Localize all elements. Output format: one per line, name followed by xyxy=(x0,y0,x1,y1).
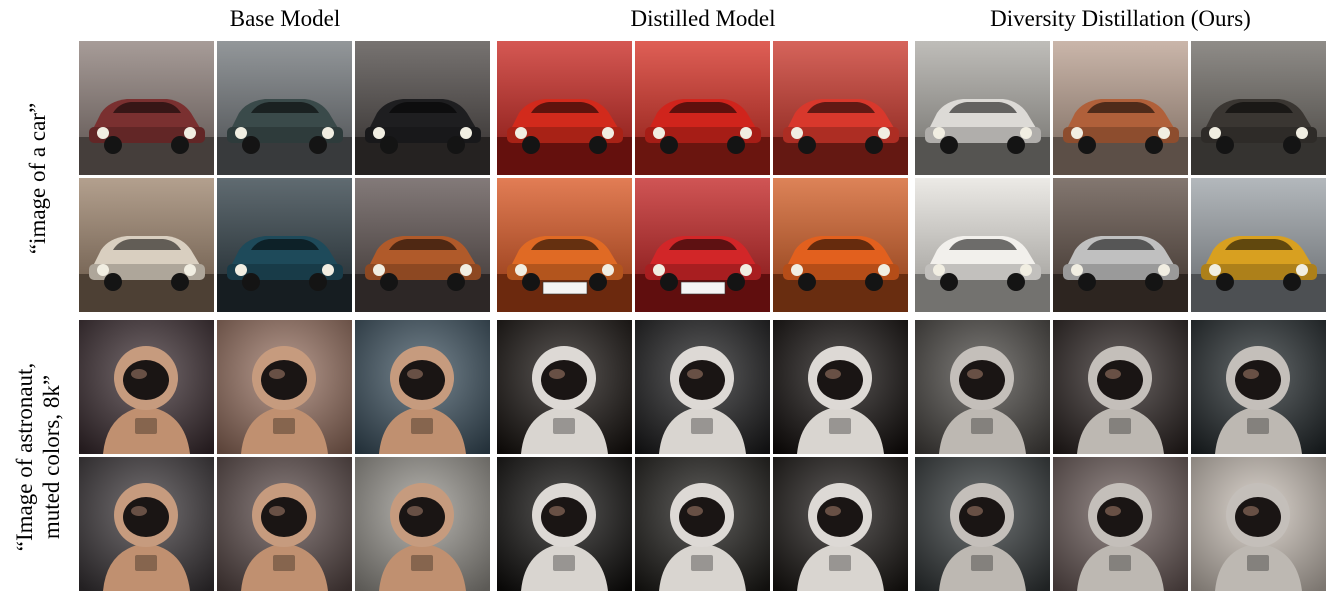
column-header-base-model: Base Model xyxy=(229,6,341,31)
generated-image-thumbnail xyxy=(773,457,908,591)
image-grid-astronaut-base-model xyxy=(79,320,490,591)
generated-image-thumbnail xyxy=(1053,320,1188,454)
row-label-astronaut-line2: muted colors, 8k” xyxy=(39,374,64,540)
image-grid-car-diversity-distillation xyxy=(915,41,1326,312)
generated-image-thumbnail xyxy=(1053,457,1188,591)
generated-image-thumbnail xyxy=(355,320,490,454)
image-grid-car-base-model xyxy=(79,41,490,312)
generated-image-thumbnail xyxy=(635,178,770,312)
generated-image-thumbnail xyxy=(1053,178,1188,312)
generated-image-thumbnail xyxy=(497,457,632,591)
generated-image-thumbnail xyxy=(1191,457,1326,591)
image-grid-astronaut-distilled-model xyxy=(497,320,908,591)
generated-image-thumbnail xyxy=(217,457,352,591)
generated-image-thumbnail xyxy=(635,457,770,591)
generated-image-thumbnail xyxy=(915,457,1050,591)
generated-image-thumbnail xyxy=(497,320,632,454)
generated-image-thumbnail xyxy=(1053,41,1188,175)
row-label-astronaut-prompt: “Image of astronaut, muted colors, 8k” xyxy=(0,320,76,594)
row-label-car-prompt: “image of a car” xyxy=(0,42,76,314)
column-header-diversity-distillation: Diversity Distillation (Ours) xyxy=(990,6,1251,31)
generated-image-thumbnail xyxy=(1191,178,1326,312)
generated-image-thumbnail xyxy=(217,178,352,312)
generated-image-thumbnail xyxy=(355,178,490,312)
generated-image-thumbnail xyxy=(217,320,352,454)
generated-image-thumbnail xyxy=(79,320,214,454)
generated-image-thumbnail xyxy=(915,320,1050,454)
generated-image-thumbnail xyxy=(355,41,490,175)
row-label-astronaut-line1: “Image of astronaut, xyxy=(12,362,37,552)
generated-image-thumbnail xyxy=(79,41,214,175)
generated-image-thumbnail xyxy=(217,41,352,175)
generated-image-thumbnail xyxy=(635,41,770,175)
generated-image-thumbnail xyxy=(773,41,908,175)
image-grid-astronaut-diversity-distillation xyxy=(915,320,1326,591)
generated-image-thumbnail xyxy=(1191,41,1326,175)
generated-image-thumbnail xyxy=(355,457,490,591)
generated-image-thumbnail xyxy=(1191,320,1326,454)
generated-image-thumbnail xyxy=(79,178,214,312)
generated-image-thumbnail xyxy=(773,320,908,454)
generated-image-thumbnail xyxy=(79,457,214,591)
generated-image-thumbnail xyxy=(497,41,632,175)
generated-image-thumbnail xyxy=(635,320,770,454)
generated-image-thumbnail xyxy=(497,178,632,312)
generated-image-thumbnail xyxy=(915,178,1050,312)
generated-image-thumbnail xyxy=(915,41,1050,175)
generated-image-thumbnail xyxy=(773,178,908,312)
column-header-distilled-model: Distilled Model xyxy=(630,6,776,31)
row-label-car-line1: “image of a car” xyxy=(25,102,51,254)
image-grid-car-distilled-model xyxy=(497,41,908,312)
